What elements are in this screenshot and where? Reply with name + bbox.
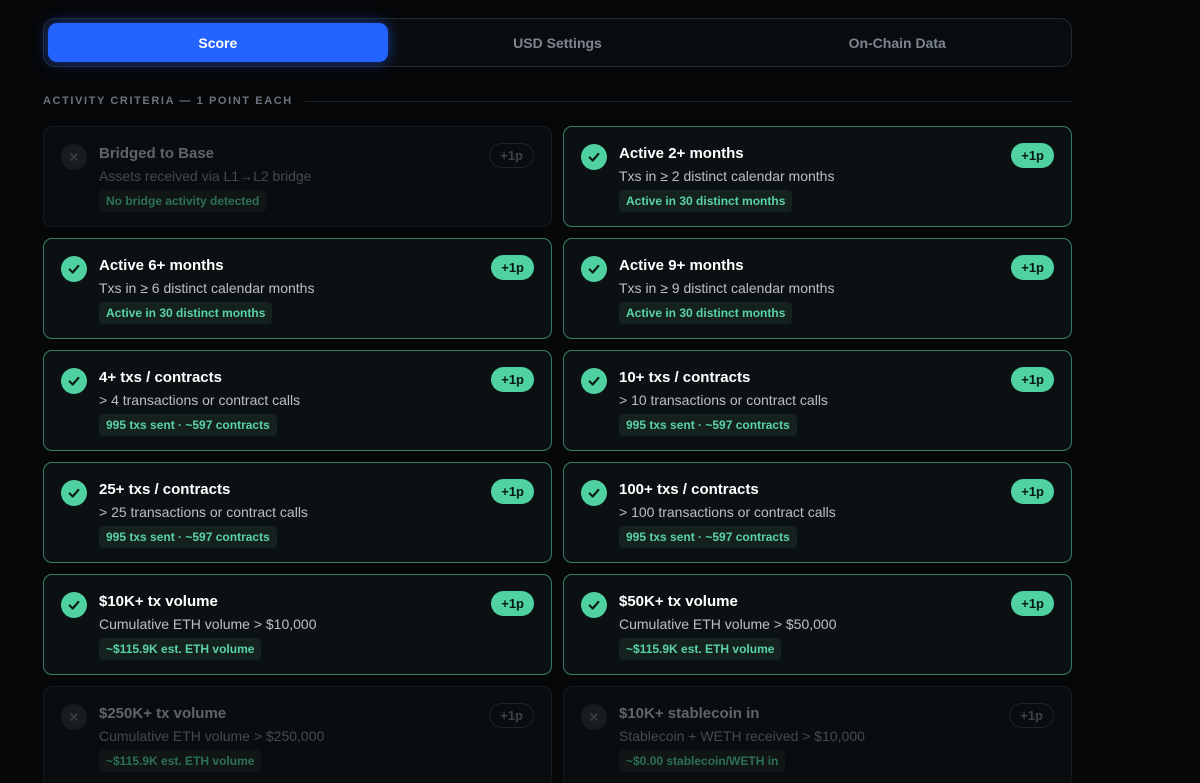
criteria-detail-badge: Active in 30 distinct months bbox=[99, 302, 273, 324]
criteria-card: Active 2+ months Txs in ≥ 2 distinct cale… bbox=[563, 126, 1072, 227]
tab-bar: Score USD Settings On-Chain Data bbox=[43, 18, 1072, 67]
tab-score[interactable]: Score bbox=[48, 23, 388, 62]
section-divider bbox=[304, 100, 1072, 102]
criteria-title: $10K+ stablecoin in bbox=[619, 705, 760, 722]
criteria-description: Txs in ≥ 6 distinct calendar months bbox=[99, 280, 315, 296]
criteria-card: 4+ txs / contracts > 4 transactions or co… bbox=[43, 350, 552, 451]
criteria-title: Active 9+ months bbox=[619, 257, 744, 274]
points-badge: +1p bbox=[1011, 255, 1054, 280]
criteria-title: 10+ txs / contracts bbox=[619, 369, 751, 386]
points-badge: +1p bbox=[489, 703, 534, 728]
points-badge: +1p bbox=[491, 479, 534, 504]
criteria-card: 10+ txs / contracts > 10 transactions or … bbox=[563, 350, 1072, 451]
criteria-description: > 4 transactions or contract calls bbox=[99, 392, 301, 408]
criteria-detail-badge: 995 txs sent · ~597 contracts bbox=[619, 526, 797, 548]
criteria-detail-badge: No bridge activity detected bbox=[99, 190, 267, 212]
criteria-card: $50K+ tx volume Cumulative ETH volume > $… bbox=[563, 574, 1072, 675]
criteria-description: Stablecoin + WETH received > $10,000 bbox=[619, 728, 865, 744]
criteria-card: $10K+ tx volume Cumulative ETH volume > $… bbox=[43, 574, 552, 675]
criteria-card: $10K+ stablecoin in Stablecoin + WETH rec… bbox=[563, 686, 1072, 783]
points-badge: +1p bbox=[491, 591, 534, 616]
criteria-title: 100+ txs / contracts bbox=[619, 481, 759, 498]
criteria-detail-badge: 995 txs sent · ~597 contracts bbox=[99, 414, 277, 436]
criteria-description: > 100 transactions or contract calls bbox=[619, 504, 836, 520]
criteria-title: 25+ txs / contracts bbox=[99, 481, 231, 498]
criteria-title: Active 2+ months bbox=[619, 145, 744, 162]
check-icon bbox=[581, 480, 607, 506]
criteria-description: Cumulative ETH volume > $250,000 bbox=[99, 728, 325, 744]
criteria-card: Bridged to Base Assets received via L1→L2… bbox=[43, 126, 552, 227]
criteria-title: 4+ txs / contracts bbox=[99, 369, 222, 386]
tab-usd-settings[interactable]: USD Settings bbox=[388, 23, 728, 62]
criteria-detail-badge: ~$115.9K est. ETH volume bbox=[99, 750, 262, 772]
tab-on-chain-data[interactable]: On-Chain Data bbox=[727, 23, 1067, 62]
criteria-title: $10K+ tx volume bbox=[99, 593, 218, 610]
x-icon bbox=[61, 704, 87, 730]
points-badge: +1p bbox=[491, 255, 534, 280]
points-badge: +1p bbox=[1009, 703, 1054, 728]
criteria-description: Txs in ≥ 9 distinct calendar months bbox=[619, 280, 835, 296]
criteria-title: $50K+ tx volume bbox=[619, 593, 738, 610]
criteria-title: $250K+ tx volume bbox=[99, 705, 227, 722]
check-icon bbox=[581, 592, 607, 618]
points-badge: +1p bbox=[1011, 143, 1054, 168]
check-icon bbox=[581, 256, 607, 282]
section-title: ACTIVITY CRITERIA — 1 POINT EACH bbox=[43, 95, 293, 107]
criteria-description: Cumulative ETH volume > $50,000 bbox=[619, 616, 837, 632]
x-icon bbox=[61, 144, 87, 170]
criteria-title: Bridged to Base bbox=[99, 145, 215, 162]
criteria-detail-badge: Active in 30 distinct months bbox=[619, 302, 793, 324]
criteria-description: Txs in ≥ 2 distinct calendar months bbox=[619, 168, 835, 184]
criteria-card: Active 6+ months Txs in ≥ 6 distinct cale… bbox=[43, 238, 552, 339]
points-badge: +1p bbox=[491, 367, 534, 392]
criteria-card: 100+ txs / contracts > 100 transactions o… bbox=[563, 462, 1072, 563]
criteria-detail-badge: ~$115.9K est. ETH volume bbox=[99, 638, 262, 660]
points-badge: +1p bbox=[489, 143, 534, 168]
points-badge: +1p bbox=[1011, 479, 1054, 504]
x-icon bbox=[581, 704, 607, 730]
check-icon bbox=[61, 256, 87, 282]
criteria-description: Assets received via L1→L2 bridge bbox=[99, 168, 312, 184]
check-icon bbox=[581, 368, 607, 394]
check-icon bbox=[61, 592, 87, 618]
criteria-card: 25+ txs / contracts > 25 transactions or … bbox=[43, 462, 552, 563]
criteria-card: Active 9+ months Txs in ≥ 9 distinct cale… bbox=[563, 238, 1072, 339]
check-icon bbox=[61, 368, 87, 394]
points-badge: +1p bbox=[1011, 591, 1054, 616]
criteria-title: Active 6+ months bbox=[99, 257, 224, 274]
criteria-card: $250K+ tx volume Cumulative ETH volume > … bbox=[43, 686, 552, 783]
criteria-detail-badge: 995 txs sent · ~597 contracts bbox=[619, 414, 797, 436]
check-icon bbox=[581, 144, 607, 170]
criteria-detail-badge: 995 txs sent · ~597 contracts bbox=[99, 526, 277, 548]
criteria-grid: Bridged to Base Assets received via L1→L2… bbox=[43, 126, 1072, 783]
points-badge: +1p bbox=[1011, 367, 1054, 392]
criteria-description: Cumulative ETH volume > $10,000 bbox=[99, 616, 317, 632]
check-icon bbox=[61, 480, 87, 506]
criteria-detail-badge: ~$0.00 stablecoin/WETH in bbox=[619, 750, 786, 772]
criteria-detail-badge: Active in 30 distinct months bbox=[619, 190, 793, 212]
criteria-description: > 10 transactions or contract calls bbox=[619, 392, 828, 408]
criteria-detail-badge: ~$115.9K est. ETH volume bbox=[619, 638, 782, 660]
section-header: ACTIVITY CRITERIA — 1 POINT EACH bbox=[43, 94, 1072, 108]
criteria-description: > 25 transactions or contract calls bbox=[99, 504, 308, 520]
